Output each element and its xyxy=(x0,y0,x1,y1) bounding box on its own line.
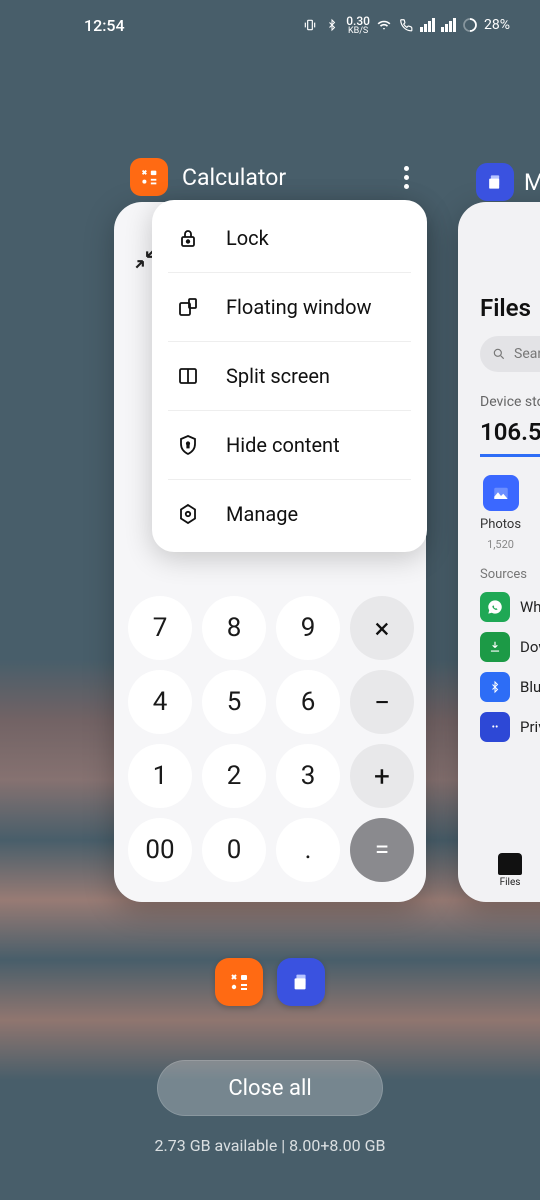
private-icon: •• xyxy=(480,712,510,742)
source-label: Downloads xyxy=(520,638,540,656)
source-label: WhatsApp xyxy=(520,598,540,616)
app-options-menu: Lock Floating window Split screen Hide c… xyxy=(152,200,427,552)
files-nav-files[interactable]: Files xyxy=(498,853,522,888)
source-private[interactable]: •• Private xyxy=(480,712,540,742)
menu-label: Floating window xyxy=(226,295,372,319)
shield-icon xyxy=(174,431,202,459)
sources-heading: Sources xyxy=(480,567,540,582)
tile-photos-count: 1,520 xyxy=(487,538,514,551)
key-9[interactable]: 9 xyxy=(276,596,340,660)
tile-photos-label: Photos xyxy=(480,517,521,532)
bluetooth-icon xyxy=(324,17,340,33)
calculator-app-icon xyxy=(130,158,168,196)
memory-info: 2.73 GB available | 8.00+8.00 GB xyxy=(0,1136,540,1155)
storage-used-value: 106.5 GB xyxy=(480,418,540,457)
wifi-icon xyxy=(376,17,392,33)
lock-icon xyxy=(174,224,202,252)
source-whatsapp[interactable]: WhatsApp xyxy=(480,592,540,622)
signal-bars-2-icon xyxy=(441,18,456,32)
menu-item-hide-content[interactable]: Hide content xyxy=(168,410,411,479)
menu-label: Hide content xyxy=(226,433,340,457)
key-multiply[interactable]: × xyxy=(350,596,414,660)
status-time: 12:54 xyxy=(84,16,125,35)
vibrate-icon xyxy=(302,17,318,33)
key-1[interactable]: 1 xyxy=(128,744,192,808)
search-placeholder: Search xyxy=(514,346,540,362)
close-all-label: Close all xyxy=(228,1076,311,1101)
files-nav-label: Files xyxy=(500,877,521,888)
bluetooth-source-icon xyxy=(480,672,510,702)
search-icon xyxy=(492,347,506,361)
menu-label: Lock xyxy=(226,226,269,250)
gear-icon xyxy=(174,500,202,528)
key-minus[interactable]: − xyxy=(350,670,414,734)
split-screen-icon xyxy=(174,362,202,390)
recents-dock xyxy=(0,958,540,1006)
more-options-button[interactable] xyxy=(392,163,420,191)
key-4[interactable]: 4 xyxy=(128,670,192,734)
whatsapp-icon xyxy=(480,592,510,622)
source-bluetooth[interactable]: Bluetooth xyxy=(480,672,540,702)
key-3[interactable]: 3 xyxy=(276,744,340,808)
key-plus[interactable]: + xyxy=(350,744,414,808)
source-downloads[interactable]: Downloads xyxy=(480,632,540,662)
menu-label: Split screen xyxy=(226,364,330,388)
menu-label: Manage xyxy=(226,502,298,526)
tile-photos[interactable]: Photos 1,520 xyxy=(480,475,521,551)
key-6[interactable]: 6 xyxy=(276,670,340,734)
floating-window-icon xyxy=(174,293,202,321)
files-search-field[interactable]: Search xyxy=(480,336,540,372)
app-title: Calculator xyxy=(182,164,286,191)
files-app-icon xyxy=(476,163,514,201)
app-title-peek: M xyxy=(524,169,540,196)
menu-item-lock[interactable]: Lock xyxy=(152,204,427,272)
device-storage-label: Device storage xyxy=(480,394,540,410)
menu-item-split-screen[interactable]: Split screen xyxy=(168,341,411,410)
key-8[interactable]: 8 xyxy=(202,596,266,660)
data-rate-indicator: 0.30KB/S xyxy=(346,15,370,36)
key-00[interactable]: 00 xyxy=(128,818,192,882)
key-5[interactable]: 5 xyxy=(202,670,266,734)
recent-app-card-files[interactable]: Files Search Device storage 106.5 GB Pho… xyxy=(458,202,540,902)
volte-icon xyxy=(398,17,414,33)
menu-item-floating-window[interactable]: Floating window xyxy=(168,272,411,341)
source-label: Bluetooth xyxy=(520,678,540,696)
download-icon xyxy=(480,632,510,662)
key-7[interactable]: 7 xyxy=(128,596,192,660)
close-all-button[interactable]: Close all xyxy=(157,1060,383,1116)
menu-item-manage[interactable]: Manage xyxy=(168,479,411,548)
key-dot[interactable]: . xyxy=(276,818,340,882)
battery-percent: 28% xyxy=(484,17,510,33)
status-bar: 12:54 0.30KB/S 28% xyxy=(0,0,540,50)
files-heading: Files xyxy=(480,294,540,322)
key-equals[interactable]: = xyxy=(350,818,414,882)
key-0[interactable]: 0 xyxy=(202,818,266,882)
app-header-files[interactable]: M xyxy=(476,163,540,201)
photos-icon xyxy=(483,475,519,511)
dock-app-calculator[interactable] xyxy=(215,958,263,1006)
status-right: 0.30KB/S 28% xyxy=(302,15,510,36)
battery-ring-icon xyxy=(462,17,478,33)
source-label: Private xyxy=(520,718,540,736)
key-2[interactable]: 2 xyxy=(202,744,266,808)
app-header-calculator[interactable]: Calculator xyxy=(130,158,286,196)
dock-app-files[interactable] xyxy=(277,958,325,1006)
calculator-keypad: 7 8 9 × 4 5 6 − 1 2 3 + 00 0 . = xyxy=(114,596,426,882)
signal-bars-1-icon xyxy=(420,18,435,32)
folder-icon xyxy=(498,853,522,875)
